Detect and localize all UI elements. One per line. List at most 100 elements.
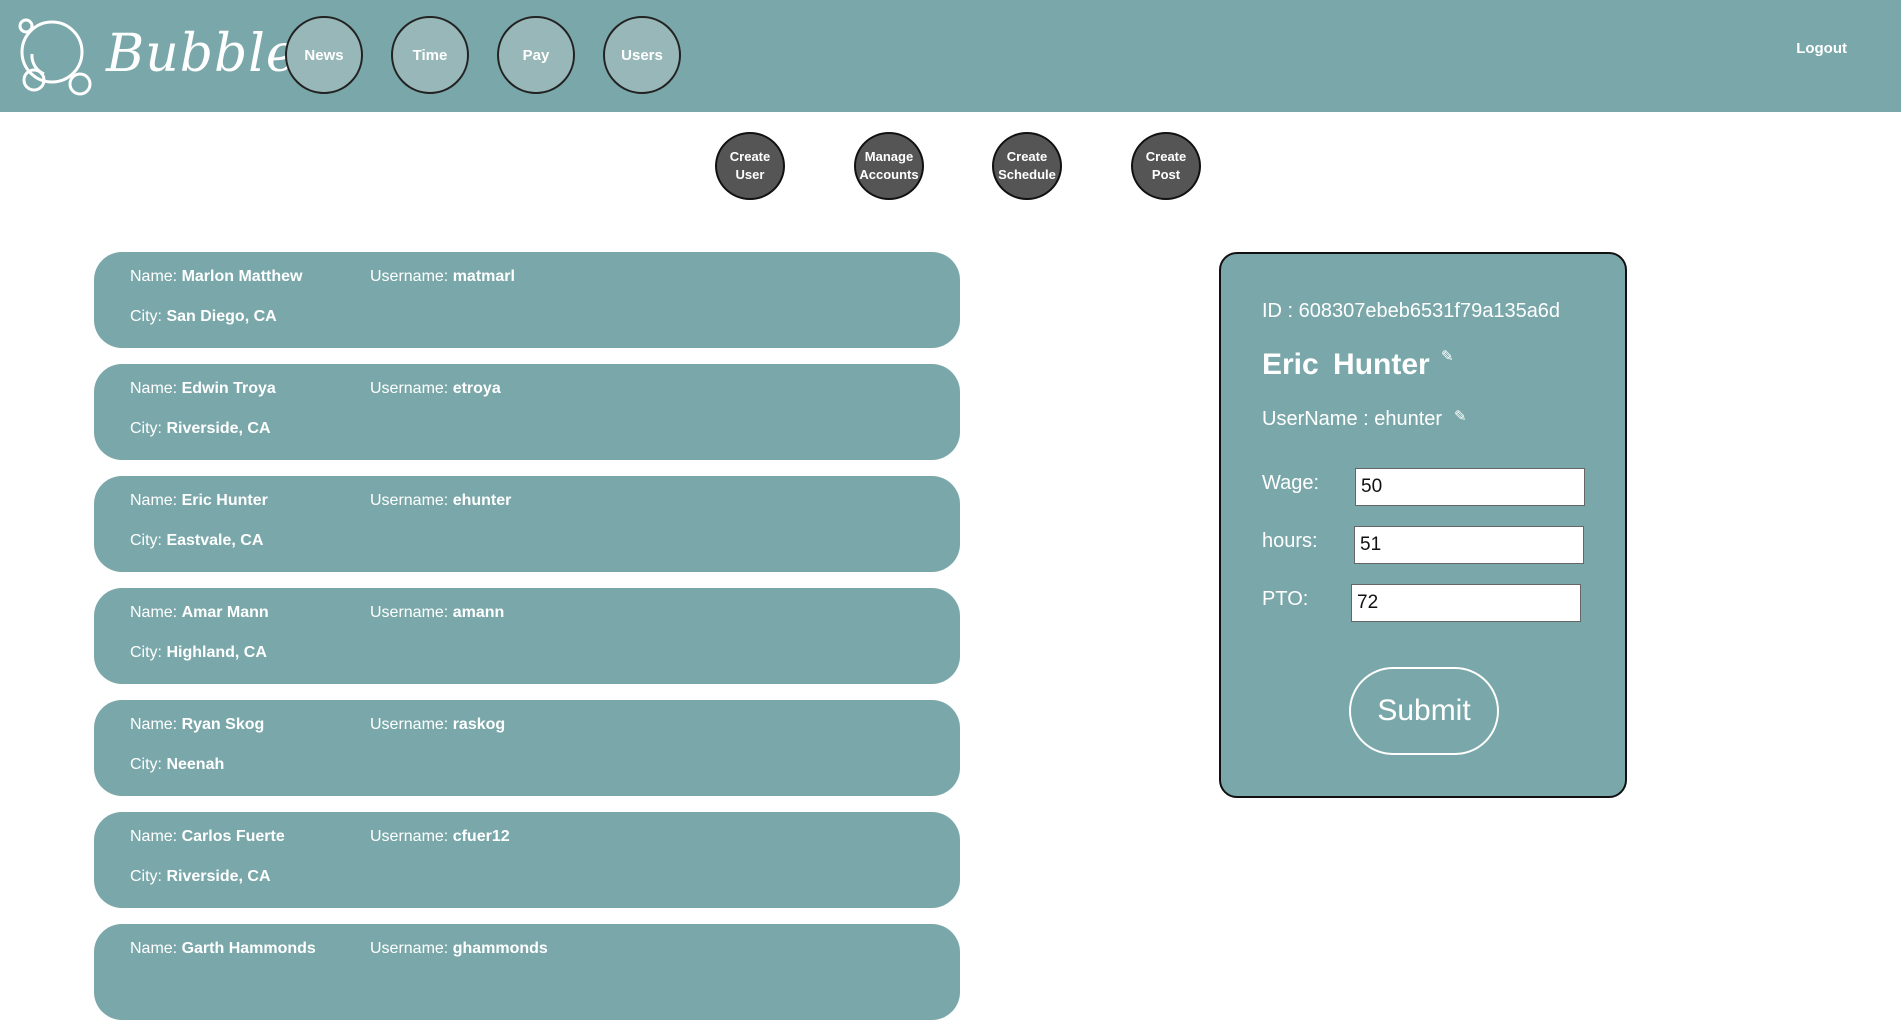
city-label: City: <box>130 532 167 549</box>
user-name-field: Name: Amar Mann <box>130 604 269 622</box>
create-post-label-line1: Create <box>1145 149 1187 164</box>
city-label: City: <box>130 644 167 661</box>
user-username-field: Username: etroya <box>370 380 501 398</box>
user-username-field: Username: matmarl <box>370 268 515 286</box>
user-name: Marlon Matthew <box>181 268 303 285</box>
username-label: Username: <box>370 268 453 285</box>
user-city-field: City: Highland, CA <box>130 644 267 662</box>
user-username: ehunter <box>452 492 512 509</box>
user-card[interactable]: Name: Amar Mann Username: amann City: Hi… <box>94 588 960 684</box>
user-name-field: Name: Carlos Fuerte <box>130 828 285 846</box>
username-label: Username: <box>370 604 453 621</box>
user-name: Eric Hunter <box>181 492 268 509</box>
edit-username-pencil-icon[interactable]: ✎ <box>1454 407 1467 425</box>
bubbles-logo-icon <box>18 18 92 96</box>
name-label: Name: <box>130 828 182 845</box>
user-card[interactable]: Name: Marlon Matthew Username: matmarl C… <box>94 252 960 348</box>
user-city: Neenah <box>166 756 225 773</box>
username-label: Username: <box>370 492 453 509</box>
wage-label: Wage: <box>1262 472 1320 494</box>
create-schedule-button[interactable]: Create Schedule <box>992 132 1062 200</box>
name-label: Name: <box>130 380 182 397</box>
user-username: raskog <box>452 716 506 733</box>
user-city-field: City: Riverside, CA <box>130 420 271 438</box>
name-label: Name: <box>130 604 182 621</box>
create-user-button[interactable]: Create User <box>715 132 785 200</box>
create-schedule-label-line1: Create <box>1006 149 1048 164</box>
wage-input[interactable] <box>1355 468 1585 506</box>
user-username: etroya <box>452 380 501 397</box>
manage-accounts-button[interactable]: Manage Accounts <box>854 132 924 200</box>
user-city-field: City: Riverside, CA <box>130 868 271 886</box>
user-username: ghammonds <box>452 940 548 957</box>
top-navbar: Bubbles News Time Pay Users Logout <box>0 0 1901 112</box>
user-city-field: City: Neenah <box>130 756 224 774</box>
user-card[interactable]: Name: Ryan Skog Username: raskog City: N… <box>94 700 960 796</box>
user-name-field: Name: Edwin Troya <box>130 380 276 398</box>
user-username-field: Username: raskog <box>370 716 505 734</box>
nav-pay-button[interactable]: Pay <box>497 16 575 94</box>
name-label: Name: <box>130 716 182 733</box>
nav-time-button[interactable]: Time <box>391 16 469 94</box>
user-name: Carlos Fuerte <box>181 828 285 845</box>
user-card[interactable]: Name: Garth Hammonds Username: ghammonds <box>94 924 960 1020</box>
user-city: Riverside, CA <box>166 868 271 885</box>
user-city-field: City: San Diego, CA <box>130 308 277 326</box>
user-username-field: Username: amann <box>370 604 504 622</box>
create-user-label-line1: Create <box>729 149 771 164</box>
user-name-field: Name: Ryan Skog <box>130 716 264 734</box>
username-label: Username: <box>370 716 453 733</box>
user-name: Edwin Troya <box>181 380 276 397</box>
user-city-field: City: Eastvale, CA <box>130 532 263 550</box>
create-schedule-label-line2: Schedule <box>998 167 1056 182</box>
user-username-field: Username: ghammonds <box>370 940 548 958</box>
user-city: San Diego, CA <box>166 308 277 325</box>
user-city: Eastvale, CA <box>166 532 264 549</box>
user-card[interactable]: Name: Eric Hunter Username: ehunter City… <box>94 476 960 572</box>
user-name: Ryan Skog <box>181 716 265 733</box>
name-label: Name: <box>130 940 182 957</box>
user-name: Garth Hammonds <box>181 940 316 957</box>
user-card[interactable]: Name: Edwin Troya Username: etroya City:… <box>94 364 960 460</box>
nav-users-button[interactable]: Users <box>603 16 681 94</box>
city-label: City: <box>130 868 167 885</box>
user-name-field: Name: Garth Hammonds <box>130 940 316 958</box>
user-username-text: UserName : ehunter <box>1262 408 1443 430</box>
username-label: Username: <box>370 380 453 397</box>
pto-input[interactable] <box>1351 584 1581 622</box>
user-detail-panel: ID : 608307ebeb6531f79a135a6d Eric Hunte… <box>1219 252 1627 798</box>
city-label: City: <box>130 308 167 325</box>
user-card[interactable]: Name: Carlos Fuerte Username: cfuer12 Ci… <box>94 812 960 908</box>
username-label: Username: <box>370 940 453 957</box>
create-post-label-line2: Post <box>1151 167 1181 182</box>
city-label: City: <box>130 420 167 437</box>
name-label: Name: <box>130 492 182 509</box>
city-label: City: <box>130 756 167 773</box>
user-id-text: ID : 608307ebeb6531f79a135a6d <box>1262 300 1561 322</box>
hours-input[interactable] <box>1354 526 1584 564</box>
user-name: Amar Mann <box>181 604 269 621</box>
user-username-field: Username: cfuer12 <box>370 828 510 846</box>
user-full-name: Eric Hunter <box>1262 348 1430 381</box>
create-user-label-line2: User <box>735 167 765 182</box>
create-post-button[interactable]: Create Post <box>1131 132 1201 200</box>
logout-link[interactable]: Logout <box>1796 40 1847 57</box>
user-city: Riverside, CA <box>166 420 271 437</box>
hours-label: hours: <box>1262 530 1318 552</box>
pto-label: PTO: <box>1262 588 1309 610</box>
user-username: cfuer12 <box>452 828 510 845</box>
username-label: Username: <box>370 828 453 845</box>
nav-news-button[interactable]: News <box>285 16 363 94</box>
user-name-field: Name: Marlon Matthew <box>130 268 302 286</box>
user-city: Highland, CA <box>166 644 267 661</box>
user-username: matmarl <box>452 268 515 285</box>
user-username-field: Username: ehunter <box>370 492 511 510</box>
edit-name-pencil-icon[interactable]: ✎ <box>1441 347 1454 365</box>
user-username: amann <box>452 604 505 621</box>
user-name-field: Name: Eric Hunter <box>130 492 268 510</box>
submit-button[interactable]: Submit <box>1349 667 1499 755</box>
app-logo[interactable]: Bubbles <box>14 14 324 98</box>
manage-accounts-label-line1: Manage <box>864 149 914 164</box>
name-label: Name: <box>130 268 182 285</box>
manage-accounts-label-line2: Accounts <box>859 167 919 182</box>
